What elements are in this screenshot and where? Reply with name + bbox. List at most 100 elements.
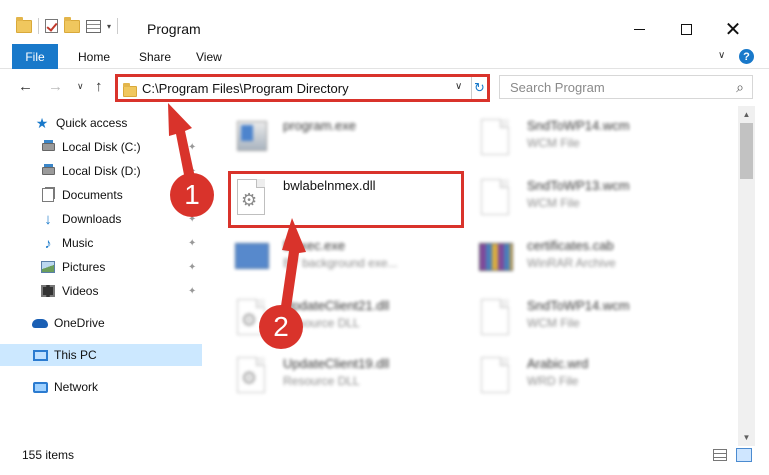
document-icon: [477, 355, 513, 397]
file-type: WinRAR Archive: [527, 256, 616, 270]
sidebar-item-local-disk-d[interactable]: Local Disk (D:) ✦: [0, 160, 202, 182]
dll-gear-icon: [233, 355, 269, 397]
help-icon[interactable]: ?: [739, 49, 754, 64]
document-icon: [477, 297, 513, 339]
large-icons-view-icon[interactable]: [736, 448, 752, 462]
details-view-icon[interactable]: [713, 449, 727, 461]
address-dropdown-icon[interactable]: ∨: [455, 81, 462, 92]
file-name: SndToWP14.wcm: [527, 298, 630, 313]
customize-icon[interactable]: [86, 19, 101, 33]
onedrive-icon: [32, 315, 48, 331]
sidebar-item-label: Documents: [62, 188, 123, 202]
properties-check-icon[interactable]: [45, 19, 58, 33]
tab-share[interactable]: Share: [139, 50, 171, 64]
file-name: program.exe: [283, 118, 356, 133]
sidebar-item-network[interactable]: Network: [0, 376, 202, 398]
file-item[interactable]: SndToWP14.wcm WCM File: [477, 114, 717, 166]
sidebar-item-label: Local Disk (C:): [62, 140, 141, 154]
file-name: Arabic.wrd: [527, 356, 589, 371]
app-icon: [233, 237, 269, 279]
tab-view[interactable]: View: [196, 50, 222, 64]
file-item[interactable]: certificates.cab WinRAR Archive: [477, 234, 717, 286]
new-folder-icon[interactable]: [64, 16, 80, 33]
file-item[interactable]: UpdateClient19.dll Resource DLL: [233, 352, 473, 404]
sidebar-item-onedrive[interactable]: OneDrive: [0, 312, 202, 334]
pin-icon[interactable]: ✦: [188, 238, 196, 249]
maximize-button[interactable]: [663, 14, 709, 44]
file-type: BY background exe...: [283, 256, 398, 270]
search-input[interactable]: Search Program ⌕: [499, 75, 753, 99]
this-pc-icon: [32, 347, 48, 363]
file-type: WCM File: [527, 316, 580, 330]
file-type: WCM File: [527, 196, 580, 210]
highlight-box: [228, 171, 464, 228]
forward-arrow-icon[interactable]: →: [48, 78, 63, 95]
pin-icon[interactable]: ✦: [188, 262, 196, 273]
drive-icon: [40, 163, 56, 179]
status-bar: 155 items: [0, 446, 769, 475]
file-name: UpdateClient19.dll: [283, 356, 390, 371]
toolbar-separator: [38, 18, 39, 34]
sidebar-item-this-pc[interactable]: This PC: [0, 344, 202, 366]
file-item[interactable]: BExec.exe BY background exe...: [233, 234, 473, 286]
recent-locations-icon[interactable]: ∨: [77, 81, 84, 92]
search-icon[interactable]: ⌕: [736, 79, 744, 96]
address-bar[interactable]: C:\Program Files\Program Directory ∨ ↻: [115, 74, 490, 102]
vertical-scrollbar[interactable]: ▲ ▼: [738, 106, 755, 446]
pin-icon[interactable]: ✦: [188, 142, 196, 153]
file-type: WRD File: [527, 374, 579, 388]
file-item[interactable]: SndToWP14.wcm WCM File: [477, 294, 717, 346]
folder-icon[interactable]: [16, 16, 32, 33]
ribbon: File Home Share View ∨ ?: [0, 44, 769, 69]
minimize-button[interactable]: [616, 14, 662, 44]
customize-dropdown-icon[interactable]: ▾: [107, 22, 111, 31]
sidebar-item-downloads[interactable]: ↓ Downloads ✦: [0, 208, 202, 230]
refresh-icon[interactable]: ↻: [471, 77, 487, 99]
item-count: 155 items: [22, 448, 75, 462]
sidebar-item-music[interactable]: ♪ Music ✦: [0, 232, 202, 254]
navigation-bar: ← → ∨ ↑ C:\Program Files\Program Directo…: [0, 70, 769, 106]
quick-access-toolbar: ▾: [16, 16, 119, 34]
sidebar-item-label: OneDrive: [54, 316, 105, 330]
document-icon: [477, 117, 513, 159]
videos-icon: [40, 283, 56, 299]
up-arrow-icon[interactable]: ↑: [95, 78, 103, 95]
tab-home[interactable]: Home: [78, 50, 110, 64]
file-item[interactable]: Arabic.wrd WRD File: [477, 352, 717, 404]
navigation-pane: ★ Quick access Local Disk (C:) ✦ Local D…: [0, 106, 205, 446]
back-arrow-icon[interactable]: ←: [18, 78, 33, 95]
close-button[interactable]: ✕: [710, 14, 756, 44]
file-name: SndToWP13.wcm: [527, 178, 630, 193]
file-type: WCM File: [527, 136, 580, 150]
sidebar-item-label: This PC: [54, 348, 97, 362]
scroll-up-icon[interactable]: ▲: [738, 106, 755, 123]
sidebar-item-label: Videos: [62, 284, 99, 298]
expand-ribbon-icon[interactable]: ∨: [718, 50, 725, 61]
sidebar-item-videos[interactable]: Videos ✦: [0, 280, 202, 302]
file-item[interactable]: program.exe: [233, 114, 473, 166]
pictures-icon: [40, 259, 56, 275]
file-item[interactable]: SndToWP13.wcm WCM File: [477, 174, 717, 226]
address-folder-icon: [123, 83, 137, 97]
sidebar-item-label: Downloads: [62, 212, 122, 226]
sidebar-item-quick-access[interactable]: ★ Quick access: [0, 112, 202, 134]
scroll-down-icon[interactable]: ▼: [738, 429, 755, 446]
sidebar-item-local-disk-c[interactable]: Local Disk (C:) ✦: [0, 136, 202, 158]
window-title: Program: [147, 21, 201, 37]
step-1-badge: 1: [170, 173, 214, 217]
sidebar-item-label: Pictures: [62, 260, 106, 274]
sidebar-item-label: Local Disk (D:): [62, 164, 141, 178]
address-path[interactable]: C:\Program Files\Program Directory: [142, 81, 349, 96]
document-icon: [477, 177, 513, 219]
exe-icon: [233, 117, 269, 159]
music-icon: ♪: [44, 235, 52, 251]
sidebar-item-pictures[interactable]: Pictures ✦: [0, 256, 202, 278]
minimize-icon: [633, 28, 645, 30]
file-name: BExec.exe: [283, 238, 346, 253]
tab-file[interactable]: File: [12, 44, 58, 69]
file-list: program.exe SndToWP14.wcm WCM File bwlab…: [205, 106, 738, 446]
network-icon: [32, 379, 48, 395]
star-icon: ★: [35, 114, 49, 131]
scroll-thumb[interactable]: [740, 123, 753, 179]
pin-icon[interactable]: ✦: [188, 286, 196, 297]
